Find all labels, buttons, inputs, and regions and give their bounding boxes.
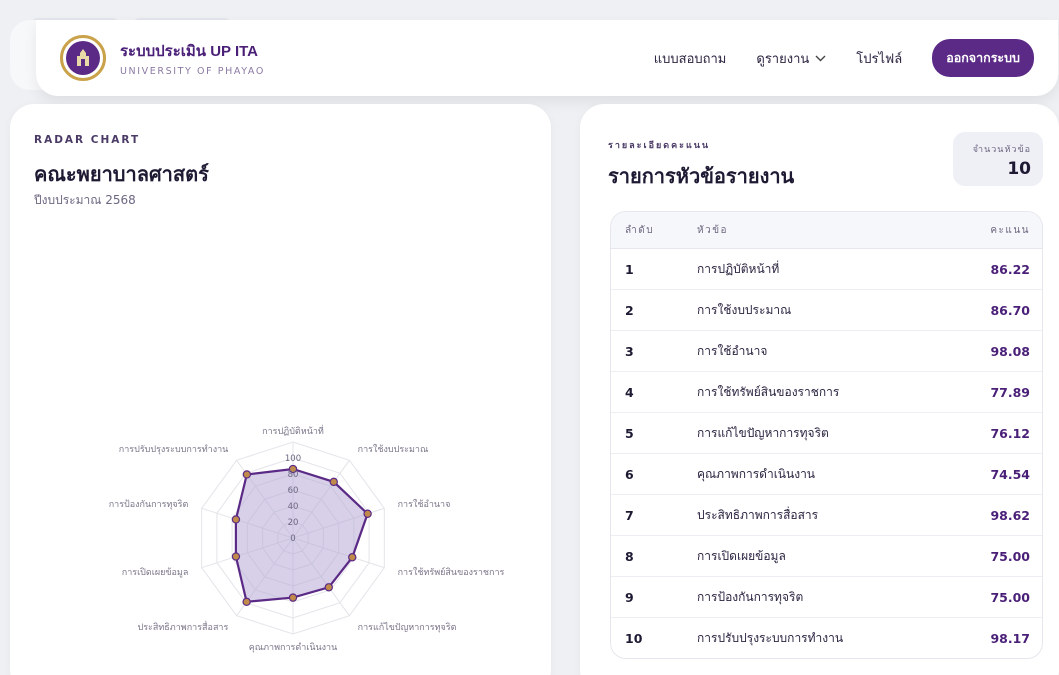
radar-point (231, 515, 241, 524)
table-row[interactable]: 6 คุณภาพการดำเนินงาน 74.54 (611, 454, 1042, 495)
column-header-no: ลำดับ (625, 224, 655, 236)
row-number: 10 (625, 631, 643, 646)
university-logo[interactable] (60, 35, 106, 81)
radar-category-label: การใช้อำนาจ (398, 499, 451, 510)
row-score: 86.70 (990, 302, 1030, 318)
radar-point (324, 583, 333, 592)
brand: ระบบประเมิน UP ITA UNIVERSITY OF PHAYAO (120, 39, 265, 77)
row-number: 3 (625, 343, 634, 359)
radar-point (363, 509, 372, 518)
topic-count-box: จำนวนหัวข้อ 10 (953, 132, 1043, 186)
radar-tick-label: 80 (288, 470, 299, 480)
row-topic: การปรับปรุงระบบการทำงาน (697, 631, 844, 645)
radar-category-label: คุณภาพการดำเนินงาน (249, 642, 338, 653)
radar-chart: 0 20 40 60 80 100 การปฏิบัติหน้าที่การใช้งบประ… (109, 424, 505, 653)
radar-category-label: การป้องกันการทุจริต (109, 499, 189, 510)
nav-link-label: ดูรายงาน (756, 51, 810, 67)
radar-tick-label: 0 (290, 534, 295, 544)
brand-subtitle: UNIVERSITY OF PHAYAO (120, 66, 265, 77)
row-number: 5 (625, 425, 634, 441)
table-row[interactable]: 7 ประสิทธิภาพการสื่อสาร 98.62 (611, 495, 1042, 536)
radar-point (329, 477, 338, 487)
table-row[interactable]: 3 การใช้อำนาจ 98.08 (611, 331, 1042, 372)
top-navbar: ระบบประเมิน UP ITA UNIVERSITY OF PHAYAO … (36, 20, 1058, 96)
topic-count-label: จำนวนหัวข้อ (972, 145, 1031, 155)
radar-category-label: การแก้ไขปัญหาการทุจริต (358, 622, 457, 633)
radar-category-label: การปฏิบัติหน้าที่ (262, 424, 324, 437)
table-body: 1 การปฏิบัติหน้าที่ 86.22 2 การใช้งบประมาณ 86… (611, 249, 1042, 658)
radar-point (231, 552, 241, 561)
row-score: 75.00 (990, 589, 1030, 605)
row-topic: การแก้ไขปัญหาการทุจริต (697, 425, 829, 440)
radar-point (288, 593, 298, 602)
score-kicker: รายละเอียดคะแนน (608, 141, 711, 151)
score-list-card: รายละเอียดคะแนน รายการหัวข้อรายงาน จำนวน… (580, 104, 1059, 675)
radar-tick-label: 100 (285, 454, 301, 464)
table-row[interactable]: 10 การปรับปรุงระบบการทำงาน 98.17 (611, 618, 1042, 658)
radar-tick-label: 60 (288, 486, 299, 496)
radar-point (348, 553, 357, 562)
row-topic: การป้องกันการทุจริต (697, 589, 804, 604)
row-number: 8 (625, 548, 634, 564)
list-title: รายการหัวข้อรายงาน (608, 164, 795, 188)
row-topic: ประสิทธิภาพการสื่อสาร (697, 507, 819, 522)
nav-link-reports-dropdown[interactable]: ดูรายงาน (756, 48, 826, 69)
row-score: 98.62 (990, 507, 1030, 523)
column-header-topic: หัวข้อ (697, 224, 729, 236)
radar-card: RADAR CHART คณะพยาบาลศาสตร์ ปีงบประมาณ 2… (10, 104, 551, 675)
row-number: 7 (625, 507, 634, 523)
nav-link-questionnaire[interactable]: แบบสอบถาม (654, 48, 727, 69)
nav-link-profile[interactable]: โปรไฟล์ (856, 48, 902, 69)
row-number: 6 (625, 466, 634, 482)
row-score: 98.08 (990, 343, 1030, 359)
radar-tick-label: 40 (288, 502, 299, 512)
row-score: 76.12 (990, 425, 1030, 441)
row-topic: การใช้งบประมาณ (697, 302, 792, 317)
table-header: ลำดับ หัวข้อ คะแนน (611, 212, 1042, 249)
nav-link-label: โปรไฟล์ (856, 51, 903, 67)
score-table: ลำดับ หัวข้อ คะแนน 1 การปฏิบัติหน้าที่ 86.… (610, 211, 1043, 659)
chevron-down-icon (815, 52, 826, 65)
table-row[interactable]: 5 การแก้ไขปัญหาการทุจริต 76.12 (611, 413, 1042, 454)
university-seal-icon (66, 41, 100, 75)
row-topic: การใช้อำนาจ (697, 343, 768, 358)
brand-title: ระบบประเมิน UP ITA (120, 43, 259, 60)
nav-links: แบบสอบถาม ดูรายงาน โปรไฟล์ ออกจากระบบ (654, 39, 1034, 77)
radar-category-label: การปรับปรุงระบบการทำงาน (119, 444, 229, 455)
table-row[interactable]: 4 การใช้ทรัพย์สินของราชการ 77.89 (611, 372, 1042, 413)
row-number: 9 (625, 589, 634, 605)
row-number: 4 (625, 384, 634, 400)
table-row[interactable]: 2 การใช้งบประมาณ 86.70 (611, 290, 1042, 331)
row-number: 2 (625, 302, 634, 318)
row-topic: การปฏิบัติหน้าที่ (697, 261, 780, 276)
table-row[interactable]: 8 การเปิดเผยข้อมูล 75.00 (611, 536, 1042, 577)
radar-tick-label: 20 (288, 518, 299, 528)
column-header-score: คะแนน (990, 224, 1030, 236)
table-row[interactable]: 1 การปฏิบัติหน้าที่ 86.22 (611, 249, 1042, 290)
table-row[interactable]: 9 การป้องกันการทุจริต 75.00 (611, 577, 1042, 618)
topic-count-value: 10 (1007, 159, 1031, 179)
row-score: 86.22 (990, 261, 1030, 277)
radar-series-area (234, 467, 369, 603)
row-topic: การเปิดเผยข้อมูล (697, 548, 786, 563)
row-score: 74.54 (990, 466, 1030, 482)
radar-category-label: ประสิทธิภาพการสื่อสาร (137, 620, 228, 633)
row-score: 98.17 (990, 631, 1030, 646)
radar-category-label: การใช้ทรัพย์สินของราชการ (398, 566, 505, 578)
radar-category-label: การใช้งบประมาณ (358, 444, 429, 455)
radar-point (242, 470, 252, 479)
row-score: 75.00 (990, 548, 1030, 564)
row-topic: คุณภาพการดำเนินงาน (697, 466, 816, 481)
radar-point (242, 597, 251, 607)
row-number: 1 (625, 261, 634, 277)
row-topic: การใช้ทรัพย์สินของราชการ (697, 384, 840, 399)
logout-button[interactable]: ออกจากระบบ (932, 39, 1034, 77)
row-score: 77.89 (990, 384, 1030, 400)
radar-category-label: การเปิดเผยข้อมูล (122, 567, 189, 578)
nav-link-label: แบบสอบถาม (653, 51, 727, 67)
